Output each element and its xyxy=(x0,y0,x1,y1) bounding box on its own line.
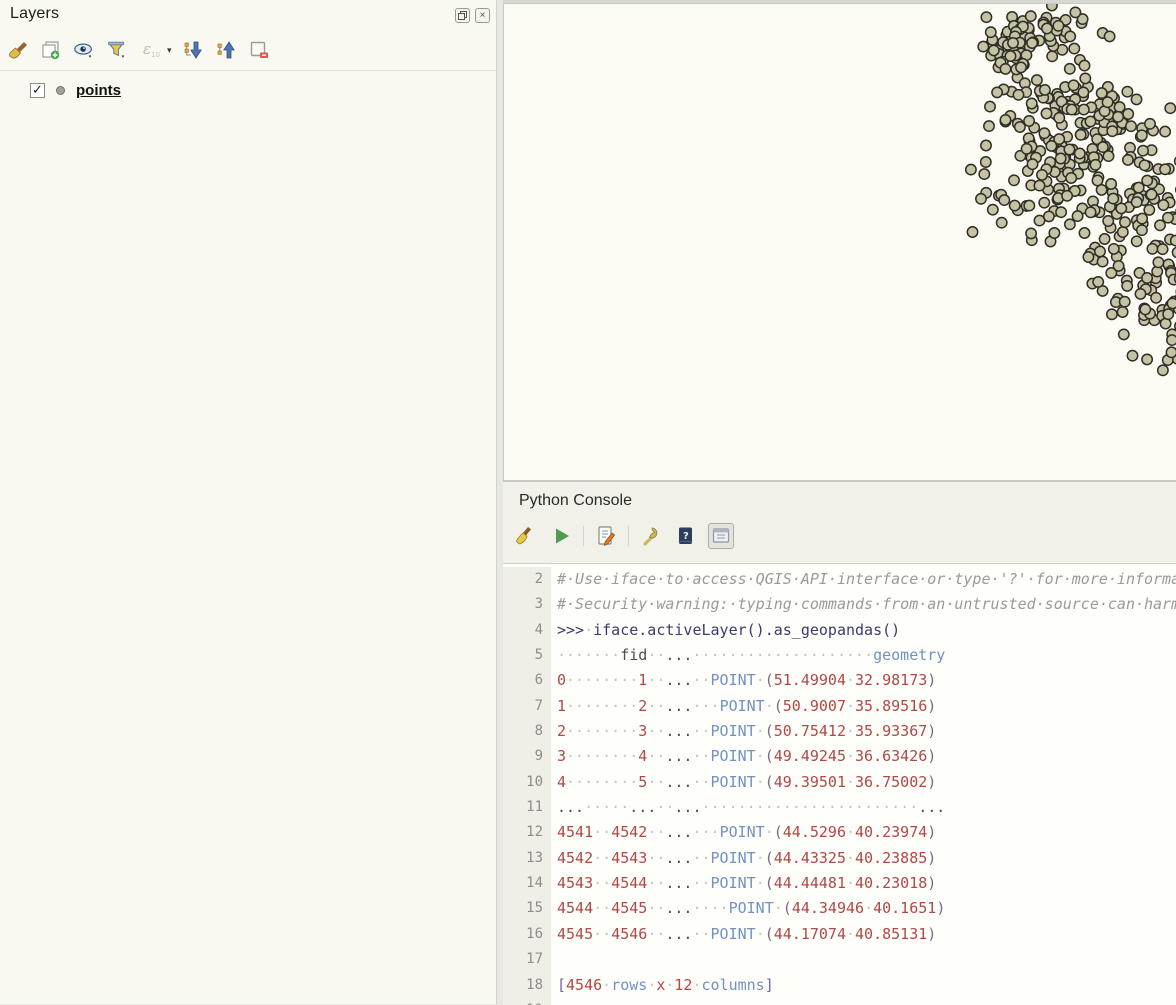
python-console-panel: Python Console xyxy=(503,481,1176,1004)
console-line: 5·······fid··...····················geom… xyxy=(503,643,1176,668)
paintbrush-icon xyxy=(7,39,29,61)
console-line: 2#·Use·iface·to·access·QGIS·API·interfac… xyxy=(503,567,1176,592)
console-line: 11...·····...··...······················… xyxy=(503,795,1176,820)
svg-text:ε: ε xyxy=(143,40,151,58)
point-symbol-icon xyxy=(56,86,65,95)
expand-arrow-icon xyxy=(182,39,204,61)
panel-restore-button[interactable] xyxy=(455,8,470,23)
console-line: 18[4546·rows·x·12·columns] xyxy=(503,973,1176,998)
clear-console-button[interactable] xyxy=(513,523,539,549)
add-group-button[interactable] xyxy=(39,38,63,62)
show-editor-button[interactable] xyxy=(593,523,619,549)
dock-console-toggle[interactable] xyxy=(708,523,734,549)
console-line: 82········3··...··POINT·(50.75412·35.933… xyxy=(503,719,1176,744)
collapse-arrow-icon xyxy=(215,39,237,61)
svg-text:10: 10 xyxy=(151,51,160,59)
layer-tree: ✓ points xyxy=(0,71,496,101)
close-icon: × xyxy=(480,11,486,21)
folder-plus-icon xyxy=(40,39,62,61)
options-button[interactable] xyxy=(638,523,664,549)
map-canvas[interactable] xyxy=(503,3,1176,481)
broom-icon xyxy=(514,524,538,548)
manage-map-themes-button[interactable] xyxy=(72,38,96,62)
layers-panel: Layers × xyxy=(0,0,497,1004)
run-icon xyxy=(549,524,573,548)
layer-item-points[interactable]: ✓ points xyxy=(0,79,496,101)
epsilon-icon: ε 10 xyxy=(140,39,160,61)
console-line: 124541··4542··...···POINT·(44.5296·40.23… xyxy=(503,820,1176,845)
panel-close-button[interactable]: × xyxy=(475,8,490,23)
console-line: 134542··4543··...··POINT·(44.43325·40.23… xyxy=(503,846,1176,871)
checkmark-icon: ✓ xyxy=(32,82,43,98)
console-line: 60········1··...··POINT·(51.49904·32.981… xyxy=(503,668,1176,693)
console-line: 93········4··...··POINT·(49.49245·36.634… xyxy=(503,744,1176,769)
console-line: 71········2··...···POINT·(50.9007·35.895… xyxy=(503,694,1176,719)
console-line: 144543··4544··...··POINT·(44.44481·40.23… xyxy=(503,871,1176,896)
help-button[interactable]: ? xyxy=(673,523,699,549)
help-book-icon: ? xyxy=(674,524,698,548)
eye-icon xyxy=(73,39,95,61)
python-console-output[interactable]: 2#·Use·iface·to·access·QGIS·API·interfac… xyxy=(503,563,1176,1005)
filter-legend-button[interactable] xyxy=(105,38,129,62)
layer-visibility-checkbox[interactable]: ✓ xyxy=(30,83,45,98)
remove-square-icon xyxy=(248,39,270,61)
remove-layer-button[interactable] xyxy=(247,38,271,62)
console-line: 4>>>·iface.activeLayer().as_geopandas() xyxy=(503,618,1176,643)
console-line: 104········5··...··POINT·(49.39501·36.75… xyxy=(503,770,1176,795)
filter-by-expression-button[interactable]: ε 10 xyxy=(138,38,162,62)
layers-toolbar: ε 10 ▾ xyxy=(0,30,496,71)
panel-icon xyxy=(709,524,733,548)
toolbar-separator xyxy=(583,526,584,546)
console-line: 3#·Security·warning:·typing·commands·fro… xyxy=(503,592,1176,617)
expression-dropdown-arrow-icon[interactable]: ▾ xyxy=(167,45,172,56)
console-line: 17 xyxy=(503,947,1176,972)
expand-all-button[interactable] xyxy=(181,38,205,62)
wrench-icon xyxy=(639,524,663,548)
layers-panel-header: Layers × xyxy=(0,0,496,30)
svg-text:?: ? xyxy=(683,531,689,542)
open-layer-styling-button[interactable] xyxy=(6,38,30,62)
python-console-toolbar: ? xyxy=(503,510,1176,554)
editor-icon xyxy=(594,524,618,548)
layers-panel-title: Layers xyxy=(10,5,59,23)
collapse-all-button[interactable] xyxy=(214,38,238,62)
map-area xyxy=(503,0,1176,481)
toolbar-separator xyxy=(628,526,629,546)
points-layer-rendering xyxy=(504,4,1176,481)
python-console-title: Python Console xyxy=(503,482,1176,510)
funnel-icon xyxy=(106,39,128,61)
console-line: 164545··4546··...··POINT·(44.17074·40.85… xyxy=(503,922,1176,947)
restore-icon xyxy=(458,11,467,20)
console-line: 154544··4545··...····POINT·(44.34946·40.… xyxy=(503,896,1176,921)
run-command-button[interactable] xyxy=(548,523,574,549)
layer-label: points xyxy=(76,82,121,99)
